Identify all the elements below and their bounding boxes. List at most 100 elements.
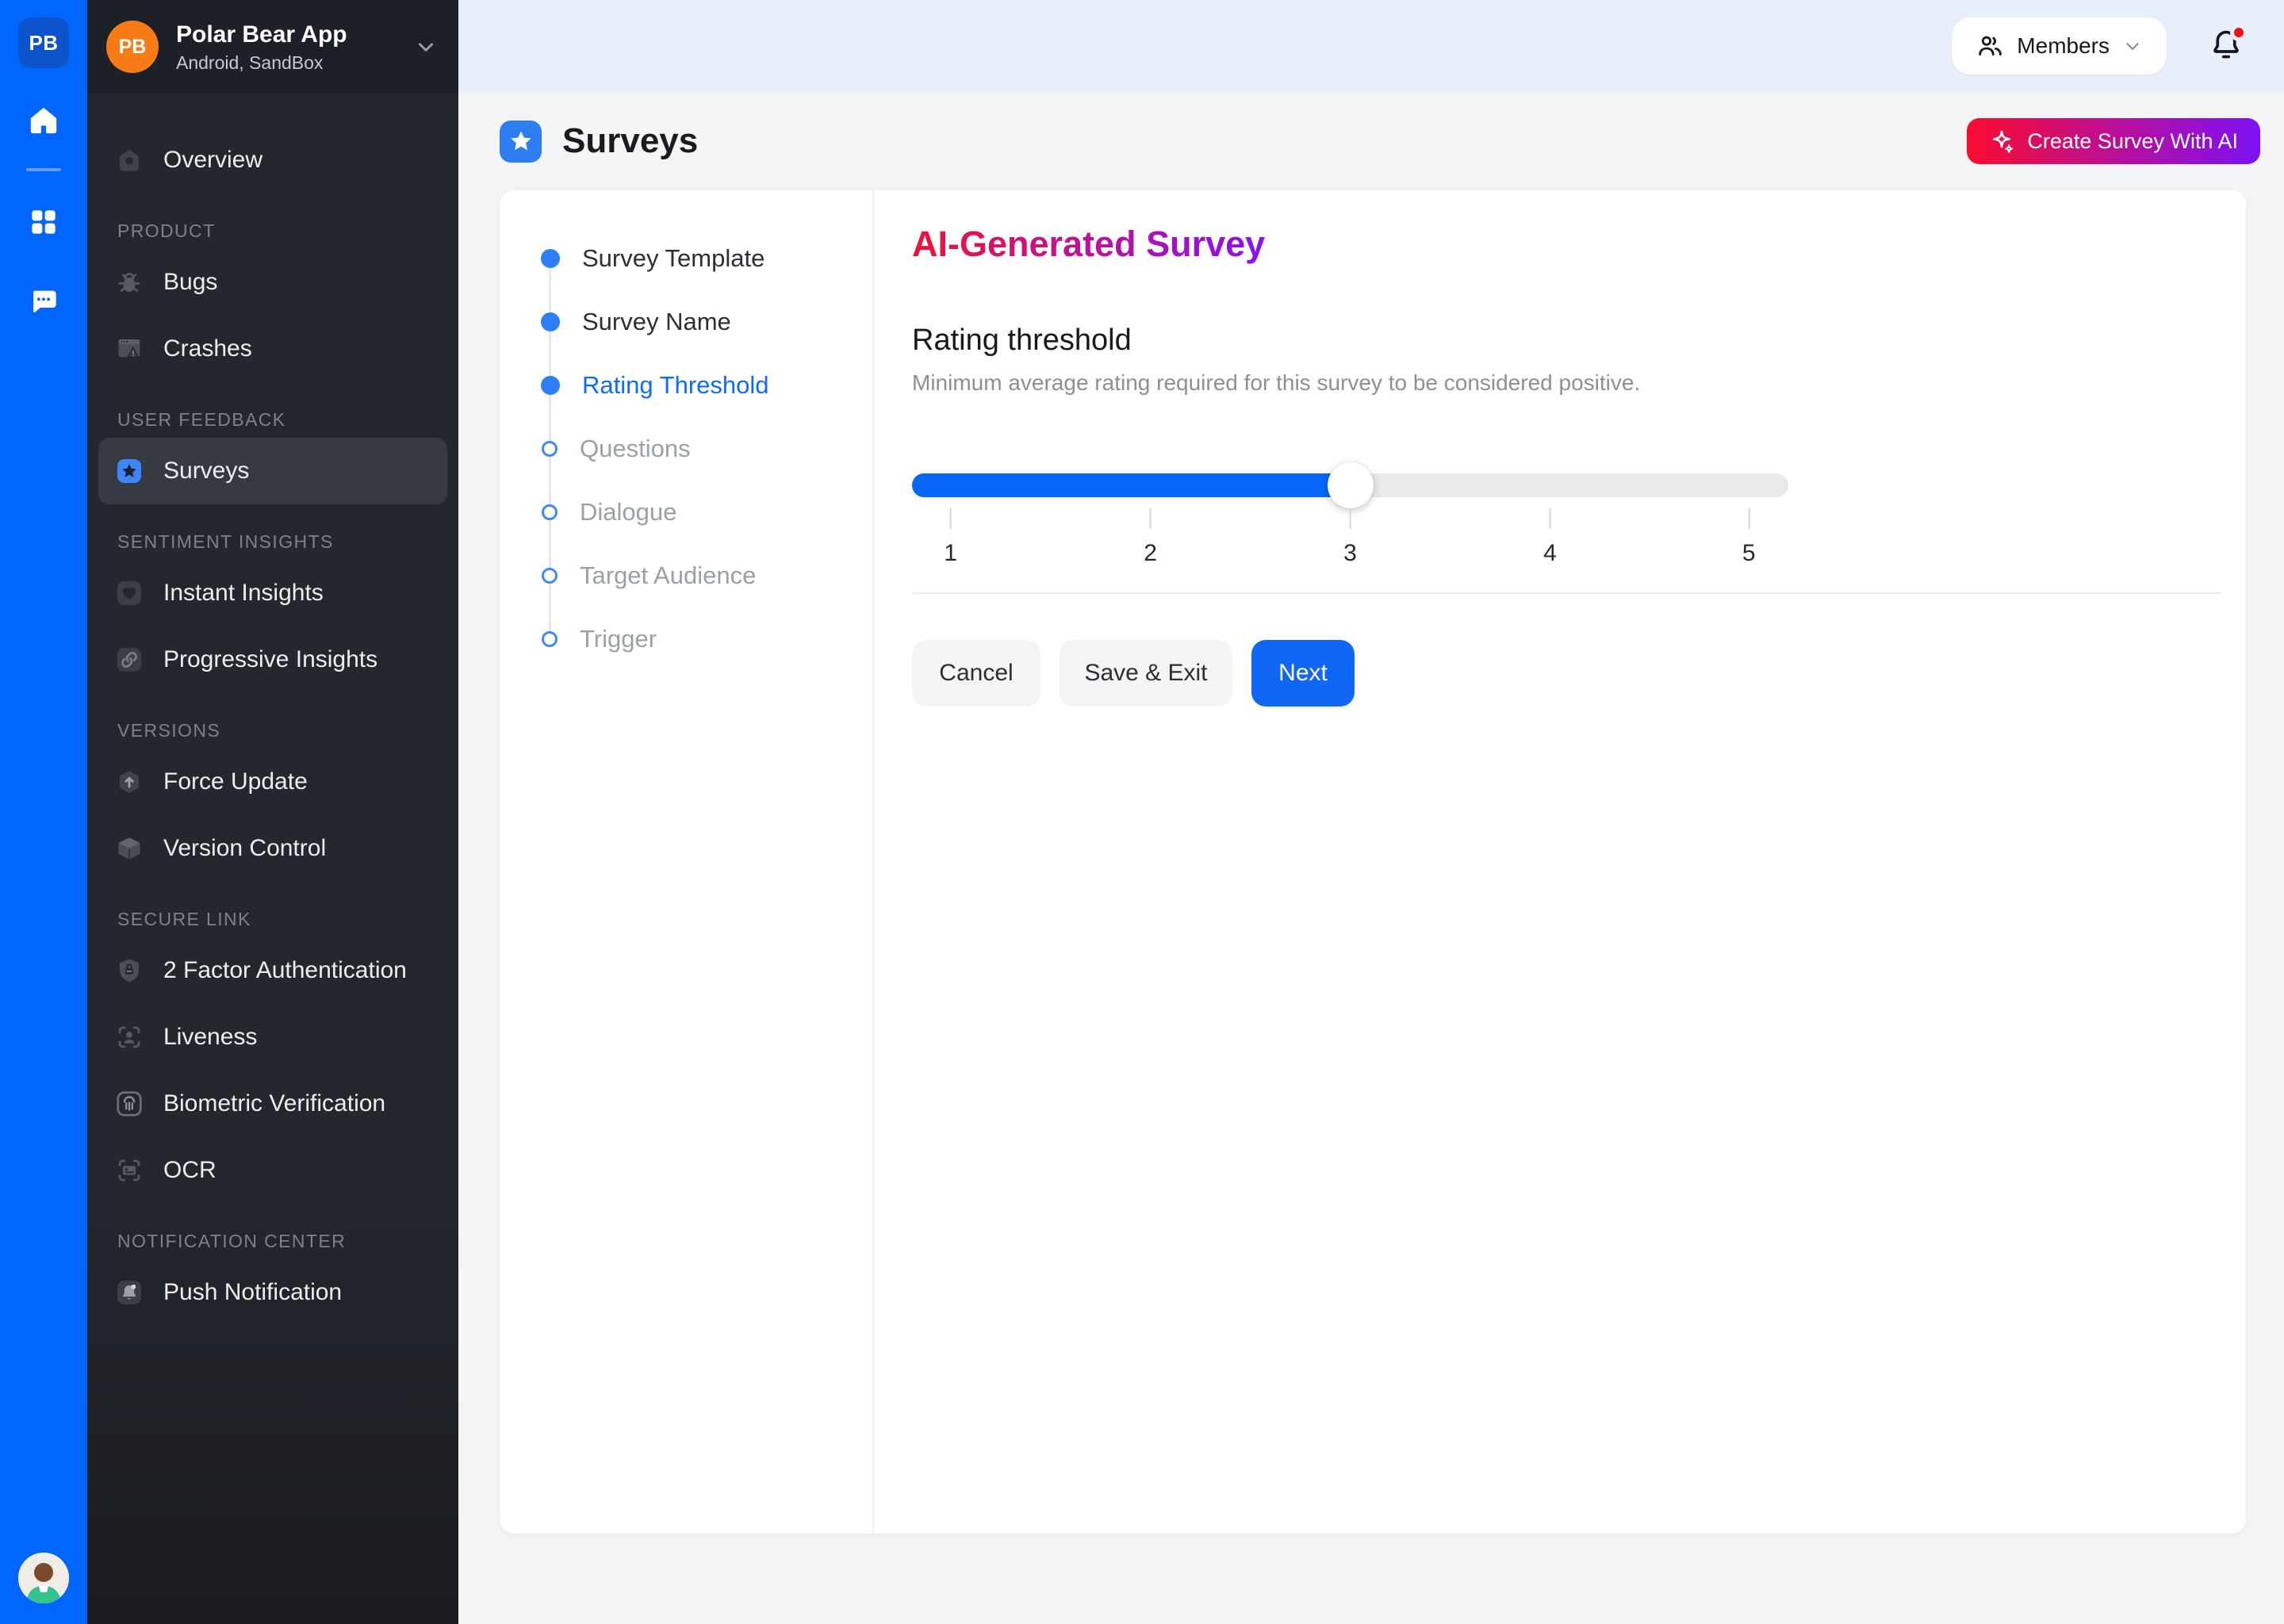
step-trigger[interactable]: Trigger: [500, 607, 872, 671]
app-subtitle: Android, SandBox: [176, 52, 414, 74]
section-notification-center: NOTIFICATION CENTER: [87, 1223, 458, 1259]
heart-badge-icon: [114, 578, 144, 608]
sidebar-item-label: Force Update: [163, 768, 308, 795]
step-dot: [542, 568, 558, 584]
section-sentiment-insights: SENTIMENT INSIGHTS: [87, 523, 458, 560]
section-versions: VERSIONS: [87, 712, 458, 749]
bug-icon: [114, 267, 144, 297]
step-dot: [541, 376, 560, 395]
slider-tick: 3: [1343, 497, 1357, 567]
step-survey-name[interactable]: Survey Name: [500, 290, 872, 354]
overview-icon: [114, 145, 144, 175]
create-survey-ai-label: Create Survey With AI: [2027, 129, 2238, 154]
apps-grid-icon[interactable]: [28, 206, 59, 238]
cube-icon: [114, 833, 144, 864]
sidebar-item-label: Crashes: [163, 335, 252, 362]
app-rail: PB: [0, 0, 87, 1624]
step-label: Rating Threshold: [582, 371, 769, 400]
notification-dot: [2230, 24, 2248, 41]
rail-divider: [26, 168, 61, 171]
step-dot: [542, 441, 558, 457]
force-update-icon: [114, 767, 144, 797]
app-logo: PB: [106, 21, 159, 73]
section-secure-link: SECURE LINK: [87, 901, 458, 937]
section-user-feedback: USER FEEDBACK: [87, 401, 458, 438]
home-icon[interactable]: [28, 105, 59, 136]
sidebar-item-label: Bugs: [163, 269, 217, 296]
workspace-logo[interactable]: PB: [18, 17, 69, 68]
sidebar-item-biometric[interactable]: Biometric Verification: [98, 1071, 447, 1137]
slider-tick: 5: [1742, 497, 1756, 567]
survey-title: AI-Generated Survey: [912, 224, 1265, 265]
step-dot: [542, 504, 558, 520]
topbar: Members: [458, 0, 2284, 92]
link-badge-icon: [114, 645, 144, 675]
sidebar-item-label: Surveys: [163, 458, 249, 485]
step-content: AI-Generated Survey Rating threshold Min…: [874, 190, 2246, 1534]
sidebar-item-label: OCR: [163, 1157, 217, 1184]
bell-badge-icon: [114, 1277, 144, 1308]
user-avatar[interactable]: [18, 1553, 69, 1603]
step-label: Trigger: [580, 625, 657, 653]
section-product: PRODUCT: [87, 213, 458, 249]
rating-threshold-description: Minimum average rating required for this…: [912, 370, 2221, 396]
sidebar-item-label: 2 Factor Authentication: [163, 957, 407, 984]
step-dot: [541, 249, 560, 268]
users-icon: [1976, 32, 2004, 60]
slider-track[interactable]: [912, 473, 1788, 497]
save-exit-button[interactable]: Save & Exit: [1060, 640, 1232, 707]
surveys-page-icon: [500, 121, 542, 163]
step-target-audience[interactable]: Target Audience: [500, 544, 872, 607]
sidebar-item-version-control[interactable]: Version Control: [98, 815, 447, 882]
sidebar-item-bugs[interactable]: Bugs: [98, 249, 447, 316]
sidebar-item-force-update[interactable]: Force Update: [98, 749, 447, 815]
app-name: Polar Bear App: [176, 21, 414, 49]
sidebar-item-ocr[interactable]: OCR: [98, 1137, 447, 1204]
wizard-actions: Cancel Save & Exit Next: [912, 640, 2221, 707]
create-survey-ai-button[interactable]: Create Survey With AI: [1967, 118, 2260, 164]
app-switcher[interactable]: PB Polar Bear App Android, SandBox: [87, 0, 458, 94]
sidebar-item-label: Biometric Verification: [163, 1090, 385, 1117]
slider-tick: 2: [1144, 497, 1157, 567]
notifications-button[interactable]: [2208, 27, 2246, 65]
sidebar-item-progressive-insights[interactable]: Progressive Insights: [98, 626, 447, 693]
content-divider: [912, 592, 2221, 594]
page-title: Surveys: [562, 121, 698, 161]
step-dot: [541, 312, 560, 331]
survey-wizard-card: Survey Template Survey Name Rating Thres…: [500, 190, 2246, 1534]
sidebar-item-surveys[interactable]: Surveys: [98, 438, 447, 504]
cancel-button[interactable]: Cancel: [912, 640, 1040, 707]
sidebar-item-overview[interactable]: Overview: [98, 127, 447, 193]
sidebar-item-crashes[interactable]: Crashes: [98, 316, 447, 382]
wizard-stepper: Survey Template Survey Name Rating Thres…: [500, 190, 874, 1534]
sidebar-item-push-notification[interactable]: Push Notification: [98, 1259, 447, 1326]
sidebar-item-instant-insights[interactable]: Instant Insights: [98, 560, 447, 626]
sidebar-item-liveness[interactable]: Liveness: [98, 1004, 447, 1071]
step-dialogue[interactable]: Dialogue: [500, 481, 872, 544]
step-survey-template[interactable]: Survey Template: [500, 227, 872, 290]
members-label: Members: [2017, 33, 2110, 59]
main-area: Surveys Create Survey With AI Survey Tem…: [458, 92, 2284, 1624]
step-questions[interactable]: Questions: [500, 417, 872, 481]
step-label: Survey Template: [582, 244, 765, 273]
next-button[interactable]: Next: [1251, 640, 1355, 707]
page-header: Surveys Create Survey With AI: [458, 92, 2284, 190]
step-rating-threshold[interactable]: Rating Threshold: [500, 354, 872, 417]
sidebar-item-label: Push Notification: [163, 1279, 342, 1306]
slider-tick: 4: [1543, 497, 1557, 567]
step-label: Questions: [580, 435, 691, 463]
sidebar-item-2fa[interactable]: 2 Factor Authentication: [98, 937, 447, 1004]
rating-slider: 1 2 3 4 5: [912, 473, 1788, 580]
rating-threshold-heading: Rating threshold: [912, 324, 2221, 358]
sidebar-item-label: Version Control: [163, 835, 326, 862]
chevron-down-icon: [2122, 36, 2143, 56]
chat-icon[interactable]: [28, 285, 59, 317]
slider-tick: 1: [944, 497, 957, 567]
members-button[interactable]: Members: [1952, 17, 2167, 75]
sidebar-item-label: Liveness: [163, 1024, 257, 1051]
fingerprint-badge-icon: [114, 1089, 144, 1119]
face-scan-icon: [114, 1022, 144, 1052]
card-scan-icon: [114, 1155, 144, 1185]
sidebar-item-label: Overview: [163, 147, 263, 174]
sparkle-icon: [1989, 128, 2014, 154]
